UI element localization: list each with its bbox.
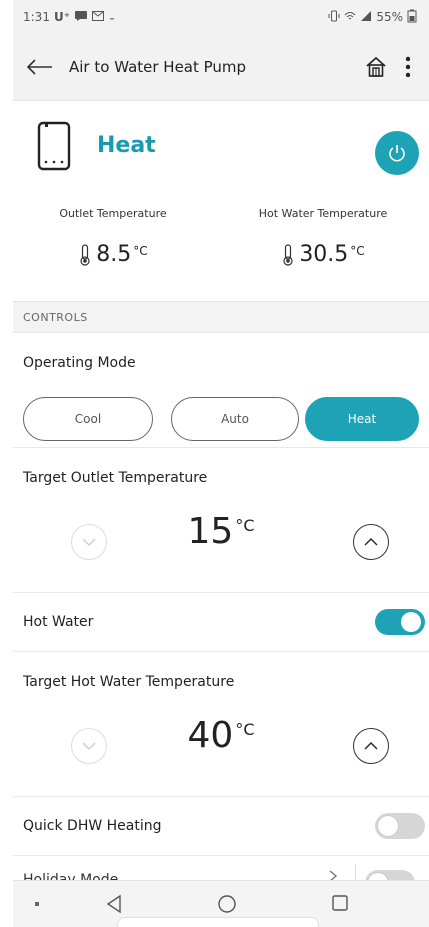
message-icon bbox=[74, 10, 88, 25]
carrier-label: U⁺ bbox=[53, 10, 71, 24]
thermometer-icon bbox=[80, 244, 90, 266]
thermometer-icon bbox=[283, 244, 293, 266]
nav-back-icon[interactable] bbox=[105, 894, 123, 918]
target-outlet-temperature-label: Target Outlet Temperature bbox=[23, 470, 208, 486]
outlet-temperature-value: 8.5 bbox=[96, 242, 132, 267]
mode-heat-button[interactable]: Heat bbox=[305, 397, 419, 441]
chevron-up-icon bbox=[364, 742, 378, 750]
mode-cool-button[interactable]: Cool bbox=[23, 397, 153, 441]
target-outlet-temperature-section: Target Outlet Temperature 15 °C bbox=[13, 448, 429, 593]
more-vert-icon[interactable] bbox=[397, 54, 419, 80]
hot-water-toggle[interactable] bbox=[375, 609, 425, 635]
hot-water-row: Hot Water bbox=[13, 593, 429, 652]
quick-dhw-heating-toggle[interactable] bbox=[375, 813, 425, 839]
quick-dhw-heating-row: Quick DHW Heating bbox=[13, 797, 429, 856]
power-icon bbox=[389, 145, 405, 162]
toggle-knob bbox=[401, 612, 421, 632]
chevron-up-icon bbox=[364, 538, 378, 546]
wifi-icon bbox=[344, 10, 356, 25]
heat-pump-device-icon bbox=[37, 121, 71, 173]
system-nav-bar bbox=[13, 880, 429, 927]
hot-water-temperature-label: Hot Water Temperature bbox=[258, 207, 388, 220]
outlet-temperature-unit: °C bbox=[133, 244, 148, 258]
operating-mode-label: Operating Mode bbox=[23, 355, 136, 371]
hot-water-temperature: Hot Water Temperature 30.5 °C bbox=[223, 207, 423, 267]
toggle-knob bbox=[378, 816, 398, 836]
status-bar: 1:31 U⁺ 55% bbox=[13, 0, 429, 34]
back-arrow-icon[interactable] bbox=[27, 55, 55, 79]
power-button[interactable] bbox=[375, 131, 419, 175]
outlet-temperature-label: Outlet Temperature bbox=[59, 207, 167, 220]
battery-icon bbox=[407, 9, 417, 26]
target-hot-water-temperature-value: 40 bbox=[187, 715, 234, 756]
current-mode-title: Heat bbox=[97, 133, 156, 158]
target-hot-water-temperature-unit: °C bbox=[235, 720, 255, 739]
controls-section-header: CONTROLS bbox=[13, 301, 429, 333]
home-icon[interactable] bbox=[363, 54, 389, 80]
operating-mode-section: Operating Mode Cool Auto Heat bbox=[13, 333, 429, 448]
phone-screen: 1:31 U⁺ 55% Air to Water Heat Pump Heat … bbox=[13, 0, 429, 927]
app-bar: Air to Water Heat Pump bbox=[13, 34, 429, 101]
hot-water-temperature-value: 30.5 bbox=[299, 242, 349, 267]
mode-auto-button[interactable]: Auto bbox=[171, 397, 299, 441]
nav-dot-icon bbox=[35, 902, 39, 906]
screen-border bbox=[0, 0, 13, 927]
vibrate-icon bbox=[328, 10, 340, 25]
target-hot-water-temperature-section: Target Hot Water Temperature 40 °C bbox=[13, 652, 429, 797]
target-outlet-temperature-value: 15 bbox=[187, 511, 234, 552]
target-hot-water-temperature-label: Target Hot Water Temperature bbox=[23, 674, 235, 690]
dash-icon bbox=[108, 10, 116, 24]
outlet-temp-increase-button[interactable] bbox=[353, 524, 389, 560]
battery-label: 55% bbox=[376, 10, 403, 24]
signal-icon bbox=[360, 10, 372, 25]
nav-recents-icon[interactable] bbox=[331, 894, 349, 916]
mail-icon bbox=[92, 10, 105, 24]
app-title: Air to Water Heat Pump bbox=[69, 58, 247, 76]
hot-water-temp-increase-button[interactable] bbox=[353, 728, 389, 764]
hot-water-label: Hot Water bbox=[23, 614, 94, 630]
target-outlet-temperature-unit: °C bbox=[235, 516, 255, 535]
gesture-pill bbox=[117, 917, 319, 927]
outlet-temperature: Outlet Temperature 8.5 °C bbox=[23, 207, 203, 267]
nav-home-icon[interactable] bbox=[217, 894, 237, 918]
quick-dhw-heating-label: Quick DHW Heating bbox=[23, 818, 162, 834]
mode-card: Heat Outlet Temperature 8.5 °C Hot Water… bbox=[13, 101, 429, 301]
status-time: 1:31 bbox=[23, 10, 50, 24]
hot-water-temperature-unit: °C bbox=[350, 244, 365, 258]
